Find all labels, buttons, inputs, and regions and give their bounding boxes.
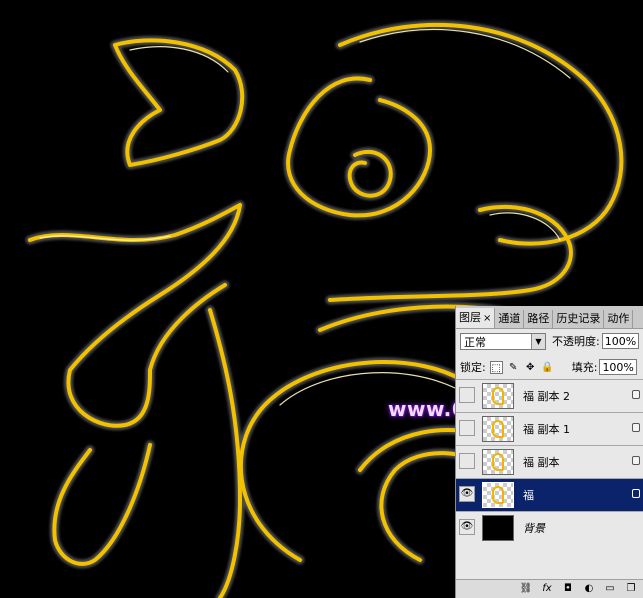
lock-move-icon[interactable]: ✥ [524,361,537,374]
layer-lock-icon [632,423,640,432]
tab-layers[interactable]: 图层 × [456,308,496,328]
lock-transparency-icon[interactable]: ⬚ [489,360,503,374]
layer-thumbnail [482,482,514,508]
panel-bottom-bar: ⛓ fx ◘ ◐ ▭ ❐ [456,579,643,598]
fill-label: 填充: [571,361,598,374]
visibility-toggle[interactable] [459,453,475,469]
fill-field[interactable]: 100% [599,359,637,375]
opacity-field[interactable]: 100% [601,333,640,349]
visibility-toggle[interactable] [459,387,475,403]
folder-icon[interactable]: ▭ [602,582,618,596]
layer-thumbnail [482,449,514,475]
layer-name: 背景 [523,522,545,535]
layer-name: 福 副本 2 [523,390,570,403]
mask-icon[interactable]: ◘ [560,582,576,596]
stroke-left-tail [49,440,155,569]
layer-thumbnail [482,515,514,541]
eye-icon[interactable]: 👁 [459,519,475,535]
dropdown-arrow-icon: ▼ [531,333,545,349]
lock-all-icon[interactable]: 🔒 [541,361,554,374]
opacity-label: 不透明度: [552,335,600,348]
layers-panel: 图层 × 通道 路径 历史记录 动作 正常 ▼ 不透明度: 100% 锁定: ⬚ … [455,306,643,598]
visibility-toggle[interactable] [459,420,475,436]
layer-name: 福 [523,489,534,502]
layer-name: 福 副本 [523,456,560,469]
layer-row-selected[interactable]: 👁 福 [456,478,643,511]
layers-list: 福 副本 2 福 副本 1 福 副本 👁 福 👁 背景 [456,379,643,544]
tab-history[interactable]: 历史记录 [553,310,605,328]
fx-icon[interactable]: fx [539,582,555,596]
layer-row[interactable]: 福 副本 [456,445,643,478]
link-icon[interactable]: ⛓ [518,582,534,596]
lock-label: 锁定: [460,361,486,374]
layer-row[interactable]: 福 副本 1 [456,412,643,445]
lock-row: 锁定: ⬚ ✎ ✥ 🔒 填充: 100% [460,358,637,376]
adjustment-icon[interactable]: ◐ [581,582,597,596]
blend-row: 正常 ▼ 不透明度: 100% [460,331,640,351]
tab-actions[interactable]: 动作 [604,310,634,328]
blend-mode-select[interactable]: 正常 ▼ [460,332,546,350]
layer-name: 福 副本 1 [523,423,570,436]
layer-lock-icon [632,390,640,399]
layer-thumbnail [482,416,514,442]
layer-row-background[interactable]: 👁 背景 [456,511,643,544]
new-layer-icon[interactable]: ❐ [623,582,639,596]
stroke-neck [325,202,576,305]
eye-icon[interactable]: 👁 [459,486,475,502]
tab-close-icon[interactable]: × [483,313,491,324]
tab-channels[interactable]: 通道 [495,310,525,328]
gold-cap-shape [113,38,245,167]
lock-paint-icon[interactable]: ✎ [507,361,520,374]
layer-thumbnail [482,383,514,409]
layer-lock-icon [632,489,640,498]
layer-row[interactable]: 福 副本 2 [456,379,643,412]
layer-lock-icon [632,456,640,465]
tab-paths[interactable]: 路径 [524,310,554,328]
panel-tabs: 图层 × 通道 路径 历史记录 动作 [456,306,643,329]
